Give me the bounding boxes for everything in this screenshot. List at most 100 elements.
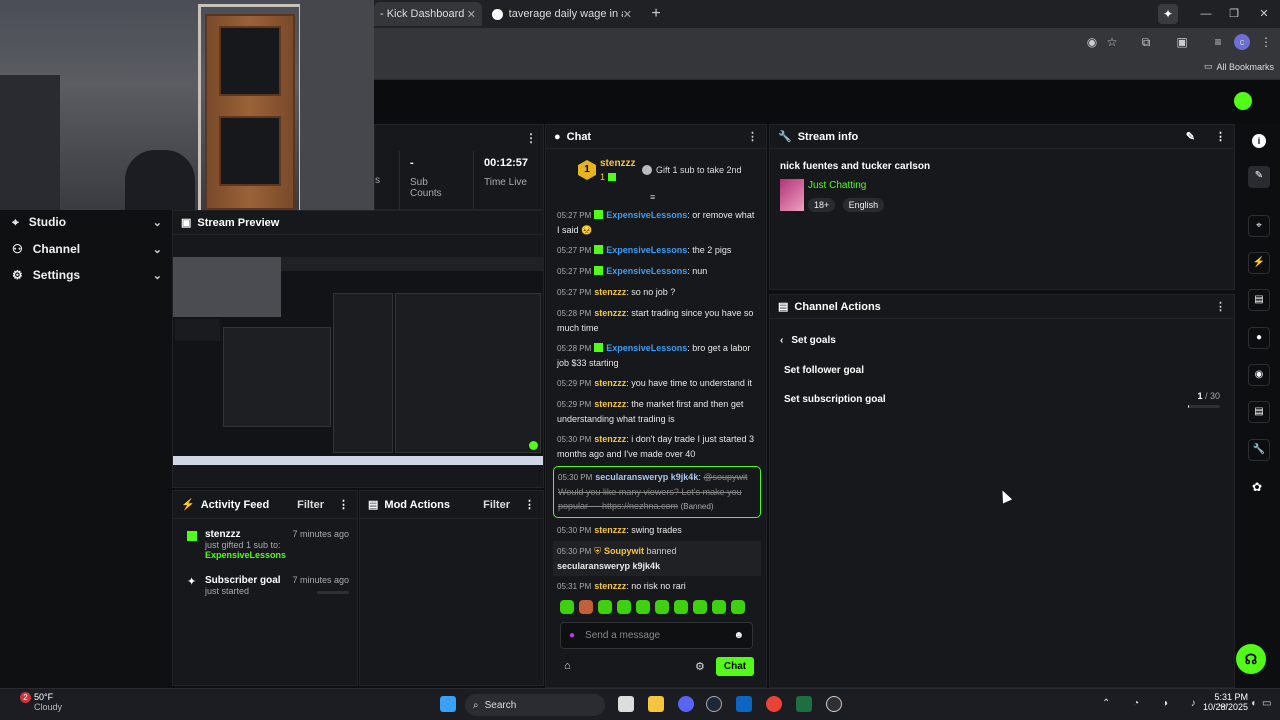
info-icon[interactable]: i [1252,134,1266,148]
mod-target[interactable]: secularansweryp k9jk4k [557,561,660,571]
more-menu-icon[interactable]: ⋮ [524,498,535,511]
emote-icon[interactable] [731,600,745,614]
broadcast-toggle-icon[interactable]: ◉ [1248,364,1270,386]
chat-send-button[interactable]: Chat [716,657,754,676]
emote-icon[interactable] [693,600,707,614]
tab-kick-dashboard[interactable]: - Kick Dashboard ✕ [374,2,482,26]
sidepanel-icon[interactable]: ▣ [1174,34,1190,50]
edit-panel-icon[interactable]: ✎ [1248,166,1270,188]
taskbar-search[interactable]: ⌕ Search [465,694,605,716]
close-tab-icon[interactable]: ✕ [467,8,476,21]
emote-icon[interactable] [636,600,650,614]
taskview-icon[interactable] [618,696,634,712]
obs-icon[interactable] [826,696,842,712]
message-user[interactable]: secularansweryp k9jk4k [595,472,698,482]
extensions-icon[interactable]: ⧉ [1138,34,1154,50]
more-menu-icon[interactable]: ⋮ [1215,130,1226,143]
emote-icon[interactable] [560,600,574,614]
set-subscription-goal[interactable]: Set subscription goal [784,394,886,405]
notification-icon[interactable]: ▭ [1262,698,1271,709]
stat-value: 00:12:57 [484,157,529,169]
message-user[interactable]: ExpensiveLessons [606,210,687,220]
activity-time: 7 minutes ago [292,575,349,585]
edit-icon[interactable]: ✎ [1186,130,1195,143]
message-user[interactable]: ExpensiveLessons [606,343,687,353]
windows-start-icon[interactable] [440,696,456,712]
message-user[interactable]: stenzzz [594,399,626,409]
message-user[interactable]: ExpensiveLessons [606,245,687,255]
message-user[interactable]: stenzzz [594,378,626,388]
gemini-icon[interactable]: ✦ [1158,4,1178,24]
filter-button[interactable]: Filter [483,499,510,511]
stats-menu-icon[interactable]: ⋮ [525,131,537,145]
file-explorer-icon[interactable] [648,696,664,712]
weather-widget[interactable]: 2 50°F Cloudy [14,692,62,712]
message-user[interactable]: ExpensiveLessons [606,266,687,276]
collapse-icon[interactable]: ≡ [650,192,655,202]
activity-toggle-icon[interactable]: ⚡ [1248,252,1270,274]
star-icon[interactable]: ☆ [1104,34,1120,50]
gear-icon[interactable]: ⚙ [695,660,705,673]
minimize-icon[interactable]: — [1196,5,1216,23]
message-user[interactable]: stenzzz [594,525,626,535]
message-user[interactable]: stenzzz [594,434,626,444]
all-bookmarks[interactable]: ▭ All Bookmarks [1204,61,1274,72]
close-window-icon[interactable]: ✕ [1254,5,1274,23]
back-set-goals[interactable]: ‹ Set goals [780,335,836,346]
emote-icon[interactable] [655,600,669,614]
emote-icon[interactable] [579,600,593,614]
emoji-icon[interactable]: ☻ [733,630,744,641]
set-follower-goal[interactable]: Set follower goal [784,365,864,376]
stream-preview-video[interactable] [173,257,543,465]
chat-toggle-icon[interactable]: ● [1248,327,1270,349]
message-time: 05:30 PM [558,473,593,482]
emote-icon[interactable] [598,600,612,614]
bookmarks-bar [374,56,1280,80]
profile-avatar[interactable]: c [1234,34,1250,50]
steam-icon[interactable] [706,696,722,712]
chrome-icon[interactable] [766,696,782,712]
channel-actions-toggle-icon[interactable]: ▤ [1248,401,1270,423]
more-menu-icon[interactable]: ⋮ [747,130,758,143]
mod-user[interactable]: Soupywit [604,546,644,556]
close-tab-icon[interactable]: ✕ [623,8,632,21]
chat-input[interactable]: ● Send a message ☻ [560,622,753,649]
sidebar-item-settings[interactable]: ⚙ Settings ⌄ [12,265,162,285]
mod-actions-toggle-icon[interactable]: ▤ [1248,289,1270,311]
more-menu-icon[interactable]: ⋮ [1215,300,1226,313]
mic-icon[interactable]: ● [569,630,575,641]
emote-icon[interactable] [712,600,726,614]
filter-button[interactable]: Filter [297,499,324,511]
message-user[interactable]: stenzzz [594,287,626,297]
stat-sub-counts: - Sub Counts [399,151,473,209]
excel-icon[interactable] [796,696,812,712]
tab-search-icon[interactable]: ≡ [1210,34,1226,50]
clock[interactable]: 5:31 PM 10/28/2025 [1200,692,1248,712]
sidebar-item-studio[interactable]: ⌖ Studio ⌄ [12,212,162,232]
store-app-icon[interactable] [736,696,752,712]
help-support-button[interactable]: ☊ [1236,644,1266,674]
sidebar-item-channel[interactable]: ⚇ Channel ⌄ [12,239,162,259]
tab-search[interactable]: taverage daily wage in africa - G ✕ [486,2,638,26]
message-user[interactable]: stenzzz [594,308,626,318]
gift-leaderboard[interactable]: 1 stenzzz 1 Gift 1 sub to take 2nd [556,152,760,190]
emote-icon[interactable] [674,600,688,614]
chat-message: 05:30 PM stenzzz: swing trades [553,520,761,541]
stream-info-toggle-icon[interactable]: 🔧 [1248,439,1270,461]
preview-toggle-icon[interactable]: ⌖ [1248,215,1270,237]
store-icon[interactable]: ⌂ [564,660,571,672]
new-tab-button[interactable]: + [646,4,666,24]
customize-icon[interactable]: ✿ [1252,480,1262,494]
mod-actions-panel: ▤ Mod Actions Filter ⋮ [359,490,544,686]
preview-taskbar-strip [173,456,543,465]
menu-icon[interactable]: ⋮ [1258,34,1274,50]
discord-icon[interactable] [678,696,694,712]
category-name[interactable]: Just Chatting [808,180,866,191]
maximize-icon[interactable]: ❐ [1224,5,1244,23]
message-user[interactable]: stenzzz [594,581,626,590]
emote-icon[interactable] [617,600,631,614]
eye-off-icon[interactable]: ◉ [1084,34,1100,50]
banned-message[interactable]: 05:30 PM secularansweryp k9jk4k: @soupywi… [553,466,761,518]
more-menu-icon[interactable]: ⋮ [338,498,349,511]
kick-avatar-icon[interactable] [1234,92,1252,110]
